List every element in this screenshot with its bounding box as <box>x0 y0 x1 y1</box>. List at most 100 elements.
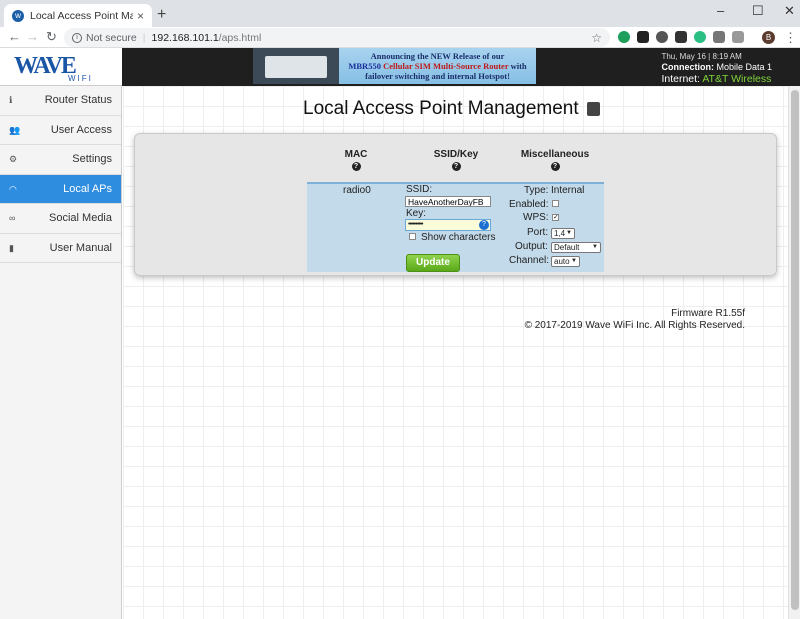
chevron-down-icon: ▼ <box>571 258 577 264</box>
security-label: Not secure <box>86 31 137 44</box>
connection-label: Connection: <box>661 62 714 72</box>
info-icon: ℹ <box>9 95 13 105</box>
minimize-icon[interactable]: – <box>717 3 724 18</box>
url-divider: | <box>142 31 146 44</box>
promo-banner[interactable]: Announcing the NEW Release of our MBR550… <box>253 48 536 84</box>
extension-arrow-icon[interactable] <box>656 31 668 43</box>
sidebar-item-label: Settings <box>72 153 112 166</box>
url-path: /aps.html <box>218 31 262 44</box>
maximize-icon[interactable]: ☐ <box>752 3 764 19</box>
sidebar-item-social-media[interactable]: ∞ Social Media <box>0 204 121 234</box>
users-icon: 👥 <box>9 124 21 135</box>
tab-close-icon[interactable]: × <box>137 9 144 23</box>
extension-green-icon[interactable] <box>618 31 630 43</box>
favicon-icon: w <box>12 9 24 22</box>
sidebar-item-label: User Manual <box>49 241 112 254</box>
sidebar-item-local-aps[interactable]: ◠ Local APs <box>0 174 121 204</box>
show-characters-label: Show characters <box>421 232 496 243</box>
scrollbar-thumb[interactable] <box>791 90 799 610</box>
profile-avatar[interactable]: B <box>762 31 775 44</box>
key-label: Key: <box>406 208 427 219</box>
browser-tab-strip: w Local Access Point Management × + – ☐ … <box>0 0 800 27</box>
wps-checkbox[interactable]: ✓ <box>552 214 559 221</box>
update-button[interactable]: Update <box>406 254 460 272</box>
help-icon[interactable]: ? <box>550 162 560 171</box>
help-icon[interactable]: ? <box>451 162 461 171</box>
output-label: Output: <box>515 241 548 252</box>
page-title-text: Local Access Point Management <box>303 98 579 119</box>
banner-line-2: Cellular SIM Multi-Source Router <box>383 61 509 71</box>
connection-value: Mobile Data 1 <box>716 62 772 72</box>
logo-text: WAVE <box>14 53 77 79</box>
extension-square-icon[interactable] <box>637 31 649 43</box>
help-icon[interactable]: ? <box>351 162 361 171</box>
type-value: Internal <box>551 185 585 196</box>
sidebar-item-user-access[interactable]: 👥 User Access <box>0 115 121 145</box>
column-label: SSID/Key <box>433 149 479 160</box>
extension-drive-icon[interactable] <box>732 31 744 43</box>
new-tab-button[interactable]: + <box>157 6 166 24</box>
router-image <box>253 48 339 84</box>
back-icon[interactable]: ← <box>8 29 21 44</box>
output-select[interactable]: Default ▼ <box>551 242 601 253</box>
ssid-label: SSID: <box>406 184 433 195</box>
show-characters-checkbox[interactable] <box>409 233 416 240</box>
link-icon: ∞ <box>9 213 16 223</box>
url-host: 192.168.101.1 <box>151 31 219 44</box>
key-input[interactable]: •••••••••• ? <box>405 219 491 231</box>
internet-value: AT&T Wireless <box>702 73 772 85</box>
channel-value: auto <box>554 257 570 266</box>
gears-icon: ⚙ <box>9 154 18 164</box>
sidebar-item-label: Social Media <box>49 212 112 225</box>
extension-pdf-icon[interactable] <box>713 31 725 43</box>
channel-select[interactable]: auto ▼ <box>551 256 580 267</box>
bookmark-star-icon[interactable]: ☆ <box>591 31 602 45</box>
banner-line-1: Announcing the NEW Release of our <box>370 51 505 61</box>
port-select[interactable]: 1,4 ▼ <box>551 228 575 239</box>
reload-icon[interactable]: ↻ <box>46 29 57 45</box>
wifi-icon: ◠ <box>9 183 17 194</box>
type-label: Type: <box>524 185 549 196</box>
chevron-down-icon: ▼ <box>566 230 572 236</box>
tab-title: Local Access Point Management <box>30 9 133 22</box>
extension-dots-icon[interactable] <box>675 31 687 43</box>
address-bar[interactable]: i Not secure | 192.168.101.1 /aps.html ☆ <box>64 28 610 47</box>
forward-icon[interactable]: → <box>26 29 39 44</box>
browser-menu-icon[interactable]: ⋮ <box>784 30 797 46</box>
banner-product: MBR550 <box>348 61 381 71</box>
manual-book-icon[interactable] <box>586 102 600 116</box>
enabled-checkbox[interactable] <box>552 200 559 207</box>
footer: Firmware R1.55f © 2017-2019 Wave WiFi In… <box>525 308 745 332</box>
ssid-input[interactable] <box>405 196 491 207</box>
password-manager-icon[interactable]: ? <box>479 220 489 230</box>
wps-label: WPS: <box>523 212 549 223</box>
output-value: Default <box>554 243 580 252</box>
column-header-ssid: SSID/Key ? <box>431 149 481 171</box>
column-label: MAC <box>344 149 368 160</box>
scrollbar[interactable] <box>788 86 800 619</box>
extension-grammarly-icon[interactable] <box>694 31 706 43</box>
sidebar-item-label: Local APs <box>63 182 112 195</box>
key-value: •••••••••• <box>408 221 423 228</box>
wave-wifi-logo[interactable]: WAVE WIFI <box>0 48 122 86</box>
column-header-misc: Miscellaneous ? <box>518 149 592 171</box>
book-icon: ▮ <box>9 242 14 253</box>
chevron-down-icon: ▼ <box>592 244 598 250</box>
radio-name: radio0 <box>343 185 371 196</box>
column-header-mac: MAC ? <box>343 149 369 171</box>
connection-info: Thu, May 16 | 8:19 AM Connection: Mobile… <box>661 52 772 85</box>
column-label: Miscellaneous <box>520 149 590 160</box>
window-close-icon[interactable]: ✕ <box>784 3 795 19</box>
sidebar-item-router-status[interactable]: ℹ Router Status <box>0 86 121 116</box>
logo-subtext: WIFI <box>68 74 93 83</box>
enabled-label: Enabled: <box>509 199 549 210</box>
copyright: © 2017-2019 Wave WiFi Inc. All Rights Re… <box>524 320 745 331</box>
datetime: Thu, May 16 | 8:19 AM <box>661 52 742 61</box>
browser-tab[interactable]: w Local Access Point Management × <box>4 4 152 27</box>
sidebar-item-settings[interactable]: ⚙ Settings <box>0 145 121 175</box>
banner-text: Announcing the NEW Release of our MBR550… <box>339 48 536 84</box>
port-label: Port: <box>527 227 549 238</box>
port-value: 1,4 <box>554 229 566 238</box>
sidebar-item-user-manual[interactable]: ▮ User Manual <box>0 233 121 263</box>
info-icon[interactable]: i <box>72 32 82 43</box>
